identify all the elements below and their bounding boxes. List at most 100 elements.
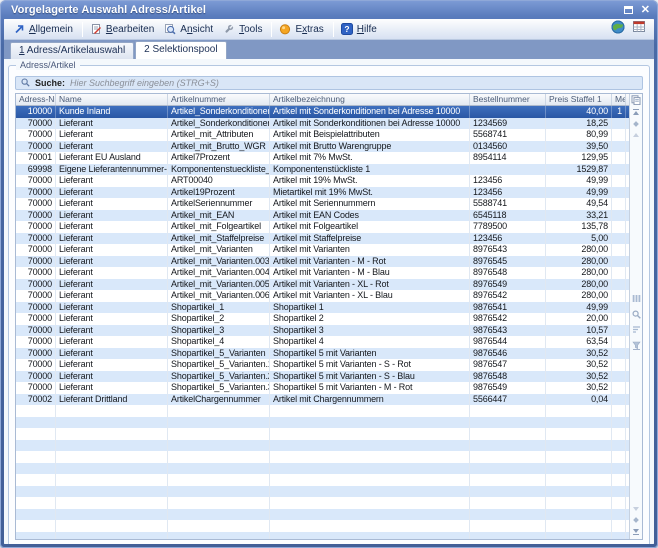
cell-preis: 80,99 — [546, 129, 612, 141]
globe-icon[interactable] — [611, 20, 625, 39]
table-row[interactable]: 70000LieferantArtikel_mit_Varianten.004A… — [16, 267, 629, 279]
datasheet-icon[interactable] — [632, 20, 646, 38]
table-row[interactable]: 70000LieferantArtikel_mit_Varianten.003A… — [16, 256, 629, 268]
column-header-menge[interactable]: Me — [612, 94, 626, 105]
cell-bezeichnung — [270, 486, 470, 498]
cell-preis: 63,54 — [546, 336, 612, 348]
table-row[interactable]: 70002Lieferant DrittlandArtikelChargennu… — [16, 394, 629, 406]
column-header-adressnr[interactable]: Adress-Nr. — [16, 94, 56, 105]
cell-preis: 49,99 — [546, 187, 612, 199]
tab-1[interactable]: 1 Adress/Artikelauswahl — [10, 42, 134, 59]
cell-preis: 49,99 — [546, 175, 612, 187]
scroll-top-icon[interactable] — [630, 108, 642, 118]
cell-bestellnr — [470, 463, 546, 475]
cell-name: Lieferant — [56, 336, 168, 348]
table-row[interactable]: 70000LieferantArtikel_mit_Varianten.005A… — [16, 279, 629, 291]
cell-bestellnr: 1234569 — [470, 118, 546, 130]
cell-bezeichnung — [270, 428, 470, 440]
table-row[interactable]: 70000LieferantShopartikel_1Shopartikel 1… — [16, 302, 629, 314]
table-row[interactable]: 70000LieferantShopartikel_2Shopartikel 2… — [16, 313, 629, 325]
tools-wrench-icon — [223, 23, 235, 35]
table-row[interactable]: 70000LieferantArtikel_mit_StaffelpreiseA… — [16, 233, 629, 245]
cell-menge — [612, 187, 626, 199]
table-row[interactable]: 70000LieferantArtikelSeriennummerArtikel… — [16, 198, 629, 210]
cell-bezeichnung: Shopartikel 5 mit Varianten - S - Rot — [270, 359, 470, 371]
sort-icon[interactable] — [630, 324, 642, 334]
cell-menge — [612, 463, 626, 475]
menu-tools[interactable]: Tools — [219, 21, 268, 37]
cell-bestellnr: 8976542 — [470, 290, 546, 302]
table-row[interactable]: 70000LieferantShopartikel_4Shopartikel 4… — [16, 336, 629, 348]
table-row[interactable]: 70000LieferantShopartikel_5_Varianten.3S… — [16, 382, 629, 394]
cell-artikelnr: Artikel19Prozent — [168, 187, 270, 199]
filter-icon[interactable] — [630, 340, 642, 350]
scroll-up-icon[interactable] — [630, 130, 642, 140]
table-row[interactable]: 70000LieferantArtikel_mit_Brutto_WGRArti… — [16, 141, 629, 153]
cell-menge — [612, 497, 626, 509]
cell-preis: 49,54 — [546, 198, 612, 210]
cell-preis — [546, 405, 612, 417]
cell-preis — [546, 474, 612, 486]
cell-adressnr — [16, 428, 56, 440]
cell-adressnr: 70000 — [16, 141, 56, 153]
column-header-name[interactable]: Name — [56, 94, 168, 105]
close-icon[interactable]: ✕ — [641, 5, 650, 15]
menu-hilfe[interactable]: ?Hilfe — [337, 21, 383, 37]
cell-preis: 280,00 — [546, 267, 612, 279]
table-row[interactable]: 70000LieferantShopartikel_5_Varianten.2S… — [16, 371, 629, 383]
tab-2[interactable]: 2 Selektionspool — [135, 41, 226, 59]
table-row[interactable]: 70000LieferantArtikel_SonderkonditionenA… — [16, 118, 629, 130]
table-row[interactable]: 70000LieferantArtikel_mit_Varianten.006A… — [16, 290, 629, 302]
column-header-preis[interactable]: Preis Staffel 1 — [546, 94, 612, 105]
cell-preis: 30,52 — [546, 382, 612, 394]
menubar-items: Allgemein BearbeitenAnsichtTools Extras ?Hi… — [9, 21, 383, 37]
scroll-down-marker-icon[interactable] — [630, 515, 642, 525]
column-header-bestellnr[interactable]: Bestellnummer — [470, 94, 546, 105]
table-row[interactable]: 70000LieferantShopartikel_5_VariantenSho… — [16, 348, 629, 360]
cell-name: Kunde Inland — [56, 106, 168, 118]
cell-adressnr — [16, 497, 56, 509]
cell-artikelnr: Shopartikel_5_Varianten.1 — [168, 359, 270, 371]
restore-icon[interactable] — [624, 1, 633, 19]
scroll-up-marker-icon[interactable] — [630, 119, 642, 129]
column-header-artikelnr[interactable]: Artikelnummer — [168, 94, 270, 105]
table-row[interactable]: 70000LieferantShopartikel_3Shopartikel 3… — [16, 325, 629, 337]
table-row[interactable]: 70000LieferantArtikel_mit_FolgeartikelAr… — [16, 221, 629, 233]
menu-allgemein[interactable]: Allgemein — [9, 21, 79, 37]
table-row[interactable]: 70000LieferantArtikel_mit_VariantenArtik… — [16, 244, 629, 256]
menu-extras[interactable]: Extras — [275, 21, 329, 37]
columns-icon[interactable] — [630, 293, 642, 303]
table-row[interactable]: 70000LieferantArtikel_mit_EANArtikel mit… — [16, 210, 629, 222]
cell-preis: 1529,87 — [546, 164, 612, 176]
table-row[interactable]: 70000LieferantShopartikel_5_Varianten.1S… — [16, 359, 629, 371]
table-row[interactable]: 70000LieferantART00040Artikel mit 19% Mw… — [16, 175, 629, 187]
cell-bestellnr: 0134560 — [470, 141, 546, 153]
cell-artikelnr: Artikel_mit_Staffelpreise — [168, 233, 270, 245]
scroll-down-icon[interactable] — [630, 504, 642, 514]
table-row[interactable]: 70000LieferantArtikel19ProzentMietartike… — [16, 187, 629, 199]
cell-adressnr — [16, 486, 56, 498]
cell-name: Lieferant EU Ausland — [56, 152, 168, 164]
cell-artikelnr — [168, 532, 270, 540]
cell-bestellnr: 9876543 — [470, 325, 546, 337]
search-icon[interactable] — [630, 309, 642, 319]
cell-artikelnr — [168, 520, 270, 532]
table-row[interactable]: 70001Lieferant EU AuslandArtikel7Prozent… — [16, 152, 629, 164]
cell-bezeichnung — [270, 440, 470, 452]
cell-name: Lieferant — [56, 371, 168, 383]
cell-menge — [612, 417, 626, 429]
table-row[interactable]: 69998Eigene Lieferantennummer-FirmaKompo… — [16, 164, 629, 176]
cell-preis: 30,52 — [546, 359, 612, 371]
cell-menge — [612, 348, 626, 360]
column-header-bezeichnung[interactable]: Artikelbezeichnung — [270, 94, 470, 105]
table-row[interactable]: 70000LieferantArtikel_mit_AttributenArti… — [16, 129, 629, 141]
cell-name — [56, 405, 168, 417]
table-row[interactable]: 10000Kunde InlandArtikel_Sonderkondition… — [16, 106, 629, 118]
menu-ansicht[interactable]: Ansicht — [160, 21, 219, 37]
menu-bearbeiten[interactable]: Bearbeiten — [86, 21, 160, 37]
search-input[interactable] — [70, 78, 637, 89]
column-chooser-icon[interactable] — [630, 95, 642, 105]
cell-artikelnr: ART00040 — [168, 175, 270, 187]
scroll-bottom-icon[interactable] — [630, 526, 642, 536]
cell-bestellnr — [470, 474, 546, 486]
